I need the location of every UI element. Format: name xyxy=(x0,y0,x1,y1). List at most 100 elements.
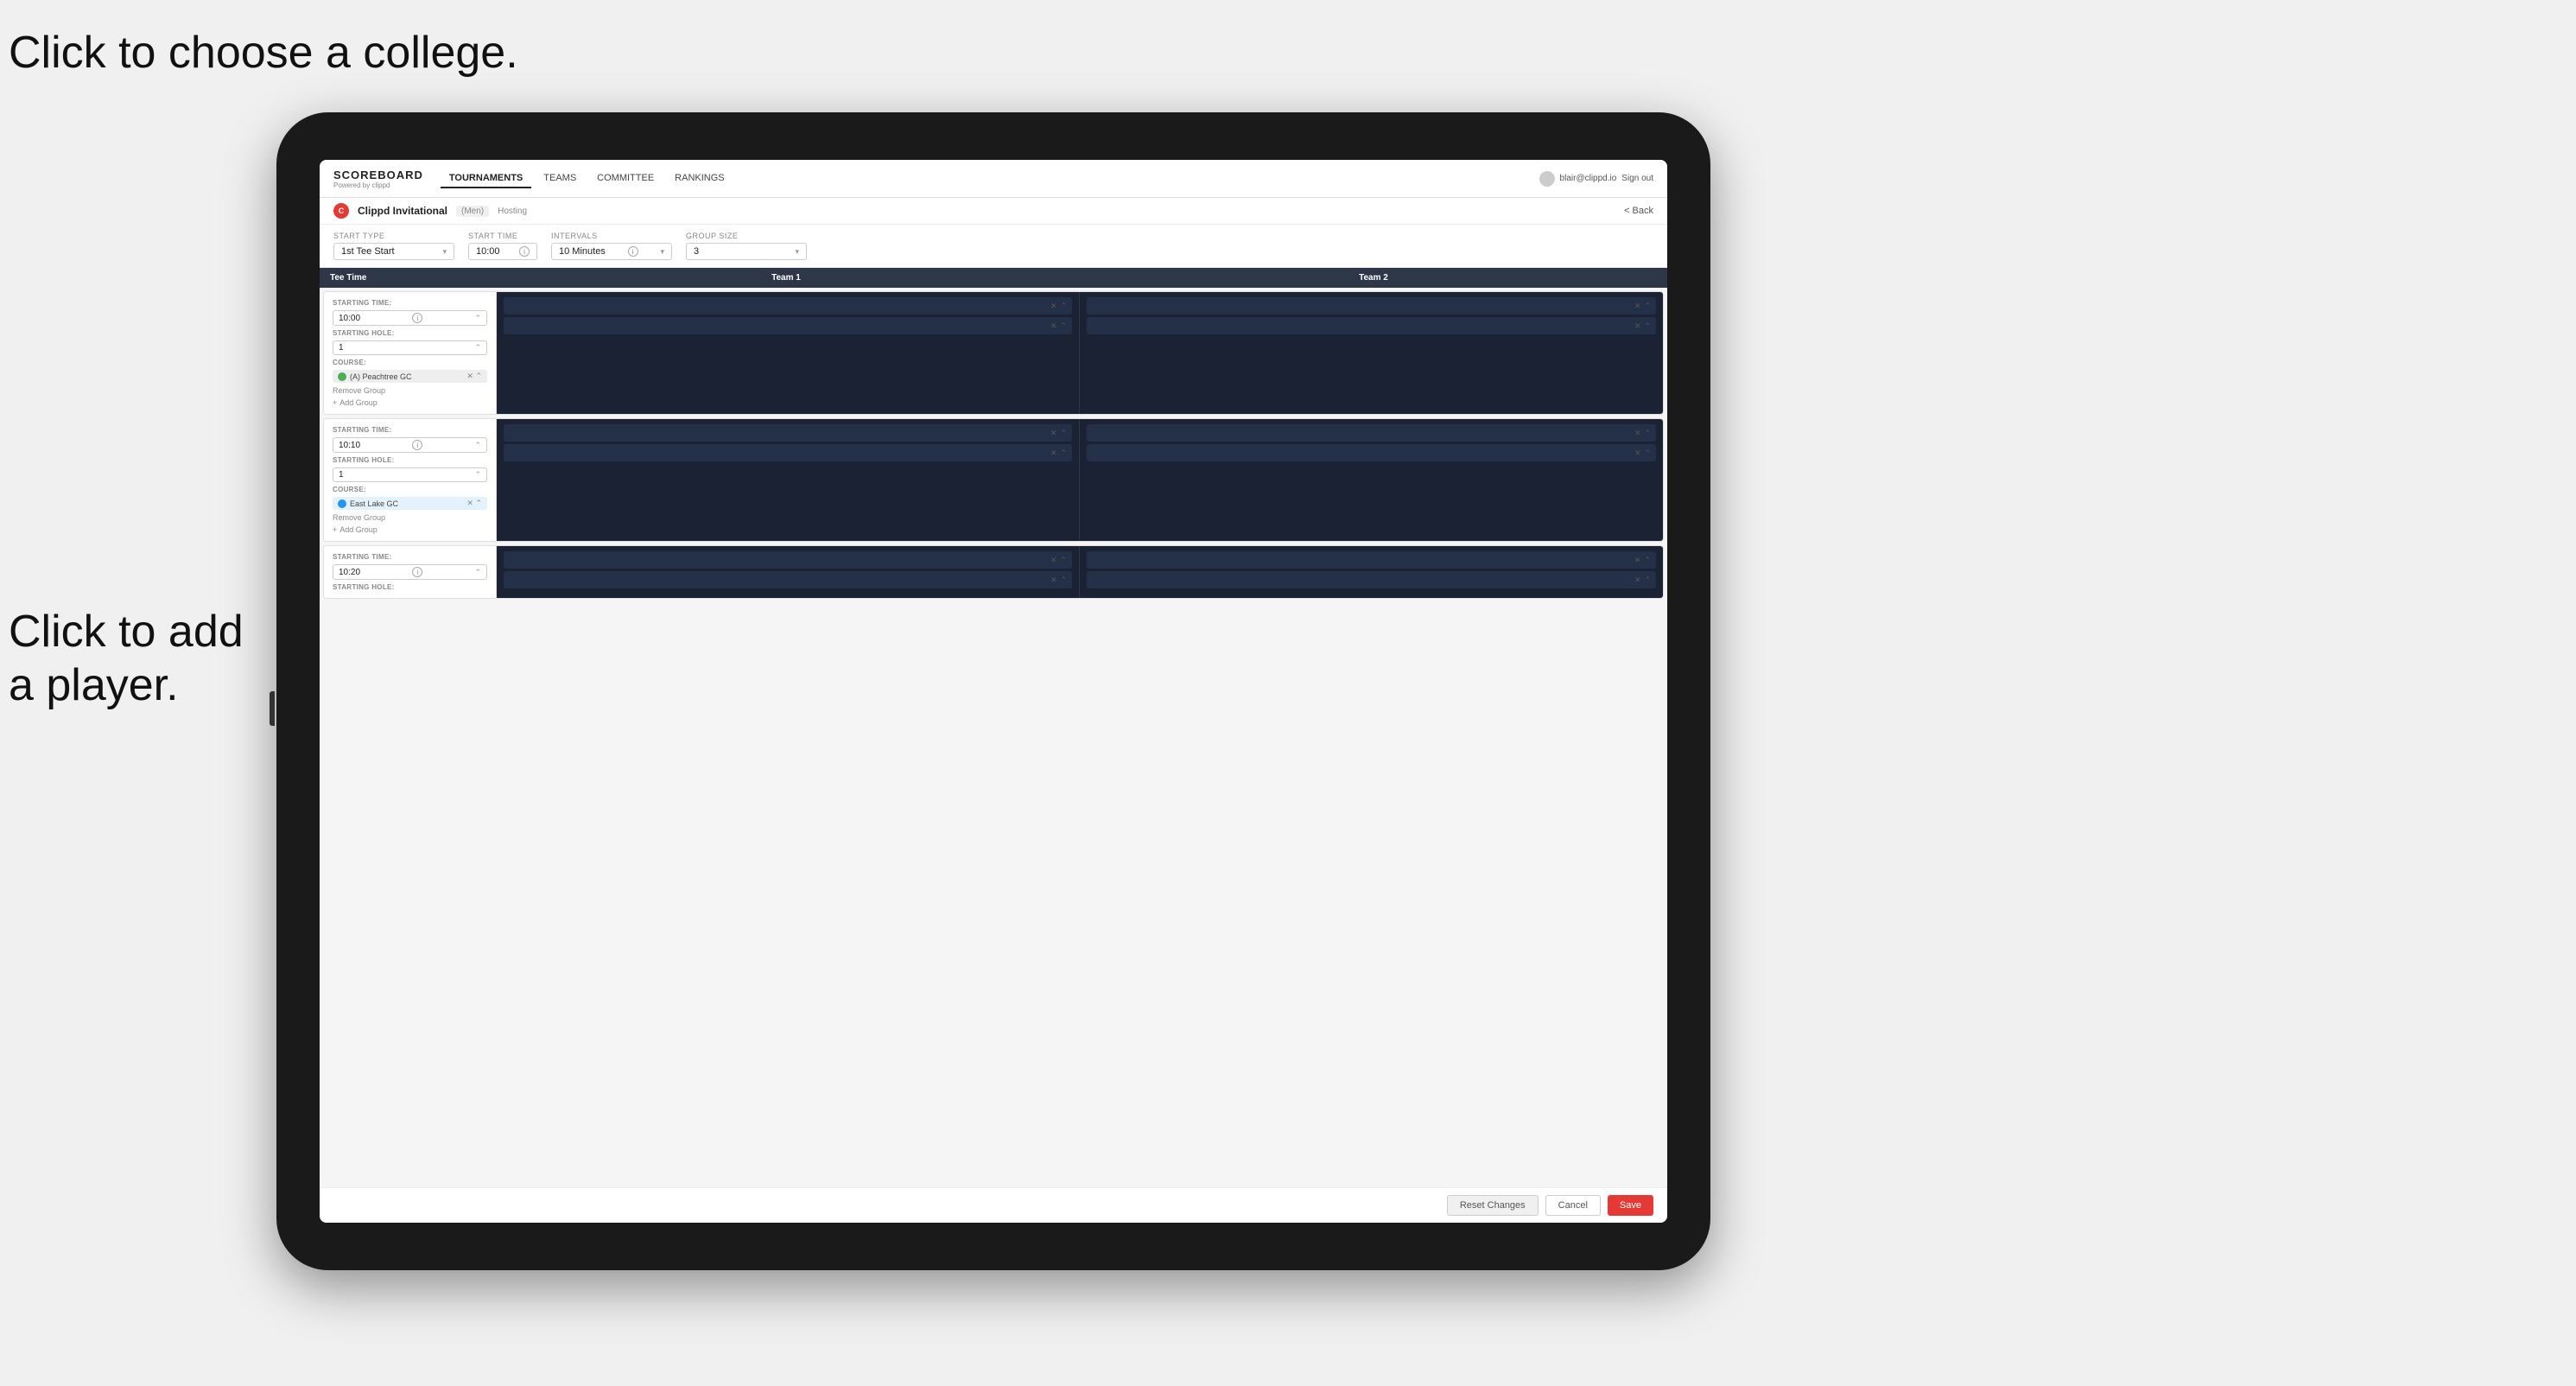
player-slot-3-2-1[interactable]: ✕ ⌃ xyxy=(1087,551,1656,569)
reset-changes-button[interactable]: Reset Changes xyxy=(1447,1195,1539,1216)
intervals-select[interactable]: 10 Minutes i ▾ xyxy=(551,243,672,260)
course-tag-2[interactable]: East Lake GC ✕ ⌃ xyxy=(333,497,487,510)
save-button[interactable]: Save xyxy=(1608,1195,1653,1216)
nav-right: blair@clippd.io Sign out xyxy=(1539,171,1653,187)
start-type-arrow-icon: ▾ xyxy=(442,247,447,257)
nav-teams[interactable]: TEAMS xyxy=(535,169,585,188)
tee-group-1: STARTING TIME: 10:00 i ⌃ STARTING HOLE: … xyxy=(323,291,1664,415)
group-3-left: STARTING TIME: 10:20 i ⌃ STARTING HOLE: xyxy=(324,546,497,598)
nav-rankings[interactable]: RANKINGS xyxy=(666,169,733,188)
starting-hole-input-2[interactable]: 1 ⌃ xyxy=(333,467,487,482)
team2-header: Team 2 xyxy=(1080,268,1667,288)
player-arrow-icon: ⌃ xyxy=(1060,302,1067,311)
brand-name: SCOREBOARD xyxy=(333,168,423,181)
add-group-link-1[interactable]: + Add Group xyxy=(333,398,487,407)
add-group-link-2[interactable]: + Add Group xyxy=(333,525,487,534)
start-type-label: Start Type xyxy=(333,232,454,240)
tablet-frame: SCOREBOARD Powered by clippd TOURNAMENTS… xyxy=(276,112,1710,1270)
group-1-team2: ✕ ⌃ ✕ ⌃ xyxy=(1080,292,1663,414)
user-avatar xyxy=(1539,171,1555,187)
starting-time-input-2[interactable]: 10:10 i ⌃ xyxy=(333,437,487,453)
starting-hole-input-1[interactable]: 1 ⌃ xyxy=(333,340,487,355)
course-close-icon-2[interactable]: ✕ ⌃ xyxy=(466,499,482,508)
player-arrow-icon: ⌃ xyxy=(1060,556,1067,565)
back-button[interactable]: < Back xyxy=(1624,206,1653,216)
player-slot-1-1-2[interactable]: ✕ ⌃ xyxy=(504,317,1072,334)
starting-time-label-1: STARTING TIME: xyxy=(333,299,487,307)
starting-time-label-2: STARTING TIME: xyxy=(333,426,487,434)
player-slot-2-1-2[interactable]: ✕ ⌃ xyxy=(504,444,1072,461)
user-email: blair@clippd.io xyxy=(1560,174,1617,183)
player-x-icon[interactable]: ✕ xyxy=(1050,302,1057,311)
player-x-icon[interactable]: ✕ xyxy=(1634,321,1641,331)
time-arrow-icon-3: ⌃ xyxy=(474,568,481,577)
starting-time-input-1[interactable]: 10:00 i ⌃ xyxy=(333,310,487,326)
player-arrow-icon: ⌃ xyxy=(1644,321,1651,331)
intervals-info-icon: i xyxy=(628,246,638,257)
starting-hole-label-3: STARTING HOLE: xyxy=(333,583,487,591)
player-x-icon[interactable]: ✕ xyxy=(1050,556,1057,565)
event-gender: (Men) xyxy=(456,206,489,217)
tablet-screen: SCOREBOARD Powered by clippd TOURNAMENTS… xyxy=(320,160,1667,1223)
player-x-icon[interactable]: ✕ xyxy=(1050,575,1057,585)
table-footer: Reset Changes Cancel Save xyxy=(320,1187,1667,1223)
player-slot-1-2-2[interactable]: ✕ ⌃ xyxy=(1087,317,1656,334)
group-2-team2: ✕ ⌃ ✕ ⌃ xyxy=(1080,419,1663,541)
player-slot-1-2-1[interactable]: ✕ ⌃ xyxy=(1087,297,1656,315)
starting-hole-label-1: STARTING HOLE: xyxy=(333,329,487,337)
player-slot-2-2-2[interactable]: ✕ ⌃ xyxy=(1087,444,1656,461)
player-x-icon[interactable]: ✕ xyxy=(1050,448,1057,458)
player-slot-2-2-1[interactable]: ✕ ⌃ xyxy=(1087,424,1656,442)
player-x-icon[interactable]: ✕ xyxy=(1634,429,1641,438)
table-area: Tee Time Team 1 Team 2 STARTING TIME: 10… xyxy=(320,268,1667,1187)
cancel-button[interactable]: Cancel xyxy=(1545,1195,1601,1216)
player-arrow-icon: ⌃ xyxy=(1644,556,1651,565)
player-slot-3-2-2[interactable]: ✕ ⌃ xyxy=(1087,571,1656,588)
table-header: Tee Time Team 1 Team 2 xyxy=(320,268,1667,288)
player-slot-3-1-1[interactable]: ✕ ⌃ xyxy=(504,551,1072,569)
group-2-team1: ✕ ⌃ ✕ ⌃ xyxy=(497,419,1080,541)
time-arrow-icon-2: ⌃ xyxy=(474,441,481,450)
nav-committee[interactable]: COMMITTEE xyxy=(588,169,663,188)
hosting-tag: Hosting xyxy=(498,207,527,216)
time-info-icon-3: i xyxy=(412,567,422,577)
group-size-arrow-icon: ▾ xyxy=(795,247,799,257)
player-x-icon[interactable]: ✕ xyxy=(1634,448,1641,458)
player-slot-2-1-1[interactable]: ✕ ⌃ xyxy=(504,424,1072,442)
start-time-input[interactable]: 10:00 i xyxy=(468,243,537,260)
annotation-college: Click to choose a college. xyxy=(9,26,518,79)
brand: SCOREBOARD Powered by clippd xyxy=(333,168,423,189)
tee-group-3: STARTING TIME: 10:20 i ⌃ STARTING HOLE: … xyxy=(323,545,1664,599)
group-size-group: Group Size 3 ▾ xyxy=(686,232,807,260)
player-arrow-icon: ⌃ xyxy=(1060,575,1067,585)
sign-out-link[interactable]: Sign out xyxy=(1621,174,1653,183)
course-icon-2 xyxy=(338,499,346,508)
group-1-left: STARTING TIME: 10:00 i ⌃ STARTING HOLE: … xyxy=(324,292,497,414)
remove-group-link-2[interactable]: Remove Group xyxy=(333,513,487,522)
annotation-player: Click to adda player. xyxy=(9,605,244,713)
brand-sub: Powered by clippd xyxy=(333,181,423,189)
nav-tournaments[interactable]: TOURNAMENTS xyxy=(441,169,531,188)
start-type-select[interactable]: 1st Tee Start ▾ xyxy=(333,243,454,260)
group-size-select[interactable]: 3 ▾ xyxy=(686,243,807,260)
player-arrow-icon: ⌃ xyxy=(1644,429,1651,438)
remove-group-link-1[interactable]: Remove Group xyxy=(333,386,487,395)
start-time-info-icon: i xyxy=(519,246,530,257)
event-title: Clippd Invitational xyxy=(358,205,447,217)
player-x-icon[interactable]: ✕ xyxy=(1050,321,1057,331)
starting-time-input-3[interactable]: 10:20 i ⌃ xyxy=(333,564,487,580)
player-slot-1-1-1[interactable]: ✕ ⌃ xyxy=(504,297,1072,315)
player-x-icon[interactable]: ✕ xyxy=(1050,429,1057,438)
tee-groups: STARTING TIME: 10:00 i ⌃ STARTING HOLE: … xyxy=(320,288,1667,602)
nav-links: TOURNAMENTS TEAMS COMMITTEE RANKINGS xyxy=(441,169,1539,188)
player-x-icon[interactable]: ✕ xyxy=(1634,575,1641,585)
course-tag-1[interactable]: (A) Peachtree GC ✕ ⌃ xyxy=(333,370,487,383)
course-close-icon-1[interactable]: ✕ ⌃ xyxy=(466,372,482,381)
player-arrow-icon: ⌃ xyxy=(1644,575,1651,585)
course-label-1: COURSE: xyxy=(333,359,487,366)
controls-bar: Start Type 1st Tee Start ▾ Start Time 10… xyxy=(320,225,1667,268)
player-slot-3-1-2[interactable]: ✕ ⌃ xyxy=(504,571,1072,588)
intervals-label: Intervals xyxy=(551,232,672,240)
player-x-icon[interactable]: ✕ xyxy=(1634,556,1641,565)
player-x-icon[interactable]: ✕ xyxy=(1634,302,1641,311)
